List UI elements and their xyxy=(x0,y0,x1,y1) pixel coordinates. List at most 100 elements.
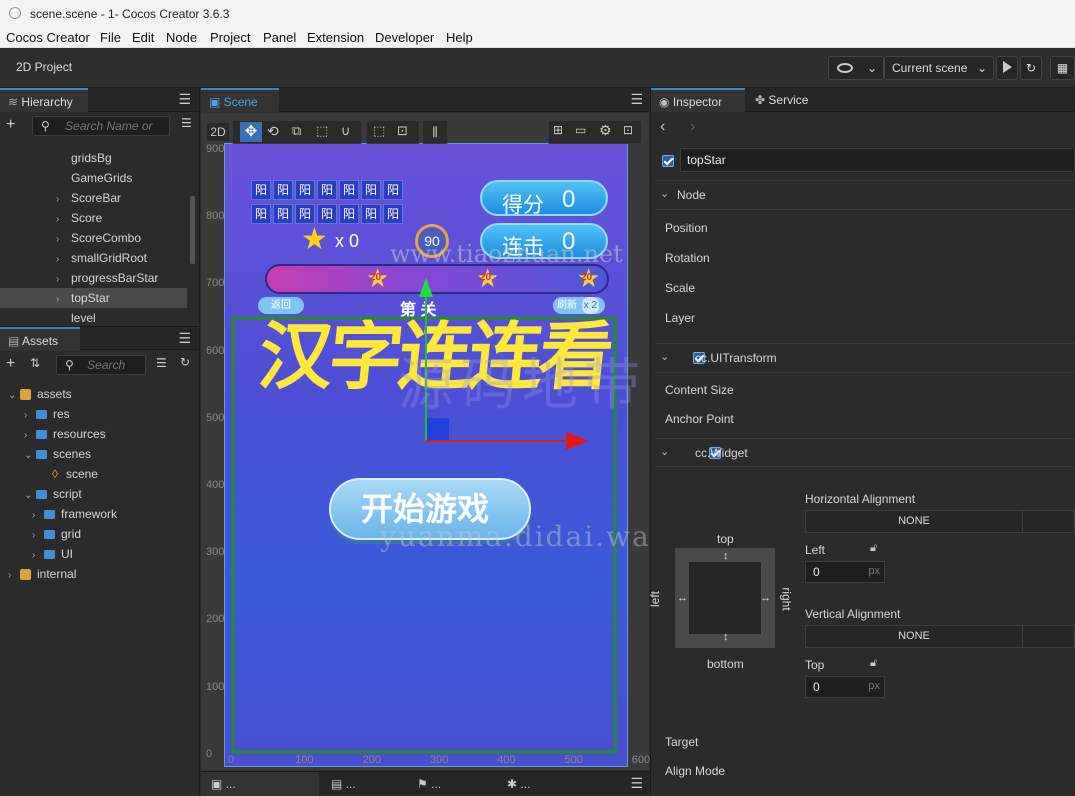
asset-item[interactable]: ⌄ assets xyxy=(8,384,72,404)
chevron-down-icon[interactable]: ⌄ xyxy=(24,486,36,506)
camera-icon[interactable]: ▭ xyxy=(575,123,586,137)
top-input[interactable]: 0 px xyxy=(805,676,885,698)
chevron-right-icon[interactable]: › xyxy=(56,230,68,250)
tab-assets[interactable]: ▤ Assets xyxy=(0,327,80,351)
list-view-icon[interactable]: ☰ xyxy=(156,356,167,370)
collapse-icon[interactable]: ☰ xyxy=(181,116,192,130)
menu-icon[interactable]: ☰ xyxy=(178,91,191,108)
add-asset-button[interactable]: + xyxy=(6,355,15,373)
chevron-down-icon[interactable]: ⌄ xyxy=(24,446,36,466)
tab-animation[interactable]: ⚑ ... xyxy=(413,772,499,796)
scene-select[interactable]: Current scene ⌄ xyxy=(884,56,994,80)
tab-debug[interactable]: ✱ ... xyxy=(503,772,589,796)
hierarchy-search-input[interactable]: ⚲ Search Name or xyxy=(32,116,170,136)
menu-edit[interactable]: Edit xyxy=(132,30,154,45)
v-align-none[interactable]: NONE xyxy=(806,626,1023,647)
chevron-right-icon[interactable]: › xyxy=(8,566,20,586)
h-align-select[interactable]: NONE xyxy=(805,510,1075,533)
h-align-none[interactable]: NONE xyxy=(806,511,1023,532)
menu-cocos-creator[interactable]: Cocos Creator xyxy=(6,30,90,45)
align-tools[interactable]: ⫼ xyxy=(422,120,448,144)
tab-inspector[interactable]: ◉ Inspector xyxy=(651,88,745,112)
hierarchy-item[interactable]: › topStar xyxy=(0,288,187,308)
play-button[interactable] xyxy=(996,56,1018,80)
widget-top-toggle[interactable]: ↕ xyxy=(723,550,729,562)
hierarchy-item[interactable]: level xyxy=(0,308,187,328)
chevron-right-icon[interactable]: › xyxy=(56,270,68,290)
sort-icon[interactable]: ⇅ xyxy=(30,356,40,370)
asset-item[interactable]: › internal xyxy=(8,564,76,584)
left-input[interactable]: 0 px xyxy=(805,561,885,583)
menu-developer[interactable]: Developer xyxy=(375,30,434,45)
hierarchy-item[interactable]: › smallGridRoot xyxy=(0,248,187,268)
menu-help[interactable]: Help xyxy=(446,30,473,45)
hierarchy-item[interactable]: › Score xyxy=(0,208,187,228)
lock-icon[interactable]: 🔓︎ xyxy=(870,657,877,670)
hierarchy-item[interactable]: › ScoreCombo xyxy=(0,228,187,248)
asset-item[interactable]: ⌄ script xyxy=(24,484,82,504)
back-arrow-icon[interactable]: ‹ xyxy=(660,118,665,136)
asset-item[interactable]: ⌄ scenes xyxy=(24,444,91,464)
scene-gizmo[interactable] xyxy=(201,113,649,770)
menu-extension[interactable]: Extension xyxy=(307,30,364,45)
forward-arrow-icon[interactable]: › xyxy=(690,118,695,136)
tab-terminal[interactable]: ▤ ... xyxy=(323,772,409,796)
chevron-down-icon[interactable]: ⌄ xyxy=(660,350,669,363)
asset-item[interactable]: ◊ scene xyxy=(40,464,98,484)
section-node[interactable]: Node xyxy=(677,188,706,202)
assets-search-input[interactable]: ⚲ Search xyxy=(56,355,146,375)
rect-tool-icon[interactable]: ⬚ xyxy=(316,123,328,139)
platform-select[interactable]: ⌄ xyxy=(828,56,884,80)
widget-bottom-toggle[interactable]: ↕ xyxy=(723,631,729,643)
asset-item[interactable]: › grid xyxy=(32,524,81,544)
chevron-right-icon[interactable]: › xyxy=(56,290,68,310)
chevron-right-icon[interactable]: › xyxy=(24,426,36,446)
chevron-right-icon[interactable]: › xyxy=(56,210,68,230)
local-icon[interactable]: ⊡ xyxy=(397,123,408,139)
menu-panel[interactable]: Panel xyxy=(263,30,296,45)
asset-item[interactable]: › UI xyxy=(32,544,73,564)
chevron-right-icon[interactable]: › xyxy=(32,506,44,526)
v-align-select[interactable]: NONE xyxy=(805,625,1075,648)
widget-right-toggle[interactable]: ↔ xyxy=(760,592,771,604)
menu-file[interactable]: File xyxy=(100,30,121,45)
mode-2d-button[interactable]: 2D xyxy=(206,122,230,142)
chevron-down-icon[interactable]: ⌄ xyxy=(660,187,669,200)
add-node-button[interactable]: + xyxy=(6,116,15,134)
hierarchy-item[interactable]: gridsBg xyxy=(0,148,187,168)
menu-node[interactable]: Node xyxy=(166,30,197,45)
asset-item[interactable]: › framework xyxy=(32,504,117,524)
asset-item[interactable]: › resources xyxy=(24,424,106,444)
chevron-down-icon[interactable]: ⌄ xyxy=(8,386,20,406)
chevron-right-icon[interactable]: › xyxy=(24,406,36,426)
rotate-tool-icon[interactable]: ⟲ xyxy=(267,123,279,140)
section-uitransform[interactable]: cc.UITransform xyxy=(695,351,777,365)
node-name-input[interactable]: topStar xyxy=(680,148,1075,172)
asset-item[interactable]: › res xyxy=(24,404,70,424)
view-icon[interactable]: ⊞ xyxy=(553,123,563,137)
menu-icon[interactable]: ☰ xyxy=(630,775,643,792)
menu-icon[interactable]: ☰ xyxy=(630,91,643,108)
snap-tool-icon[interactable]: ∪ xyxy=(341,123,351,139)
menu-icon[interactable]: ☰ xyxy=(178,330,191,347)
move-tool-icon[interactable]: ✥ xyxy=(240,122,262,142)
scale-tool-icon[interactable]: ⧉ xyxy=(292,123,301,139)
hierarchy-item[interactable]: › ScoreBar xyxy=(0,188,187,208)
node-active-checkbox[interactable] xyxy=(662,155,674,167)
refresh-button[interactable]: ↻ xyxy=(1020,56,1042,80)
settings-icon[interactable]: ⊡ xyxy=(623,123,633,137)
section-widget[interactable]: cc.Widget xyxy=(695,446,748,460)
tab-scene[interactable]: ▣ Scene xyxy=(201,88,279,112)
lock-icon[interactable]: 🔓︎ xyxy=(870,542,877,555)
chevron-right-icon[interactable]: › xyxy=(32,526,44,546)
chevron-right-icon[interactable]: › xyxy=(56,190,68,210)
hierarchy-item[interactable]: › progressBarStar xyxy=(0,268,187,288)
chevron-right-icon[interactable]: › xyxy=(56,250,68,270)
tab-service[interactable]: ✤ Service xyxy=(747,88,827,112)
layout-button[interactable]: ▦ xyxy=(1050,56,1075,80)
menu-project[interactable]: Project xyxy=(210,30,250,45)
gear-icon[interactable]: ⚙ xyxy=(599,122,612,139)
tab-console[interactable]: ▣ ... xyxy=(201,772,319,796)
widget-left-toggle[interactable]: ↔ xyxy=(677,592,688,604)
chevron-right-icon[interactable]: › xyxy=(32,546,44,566)
